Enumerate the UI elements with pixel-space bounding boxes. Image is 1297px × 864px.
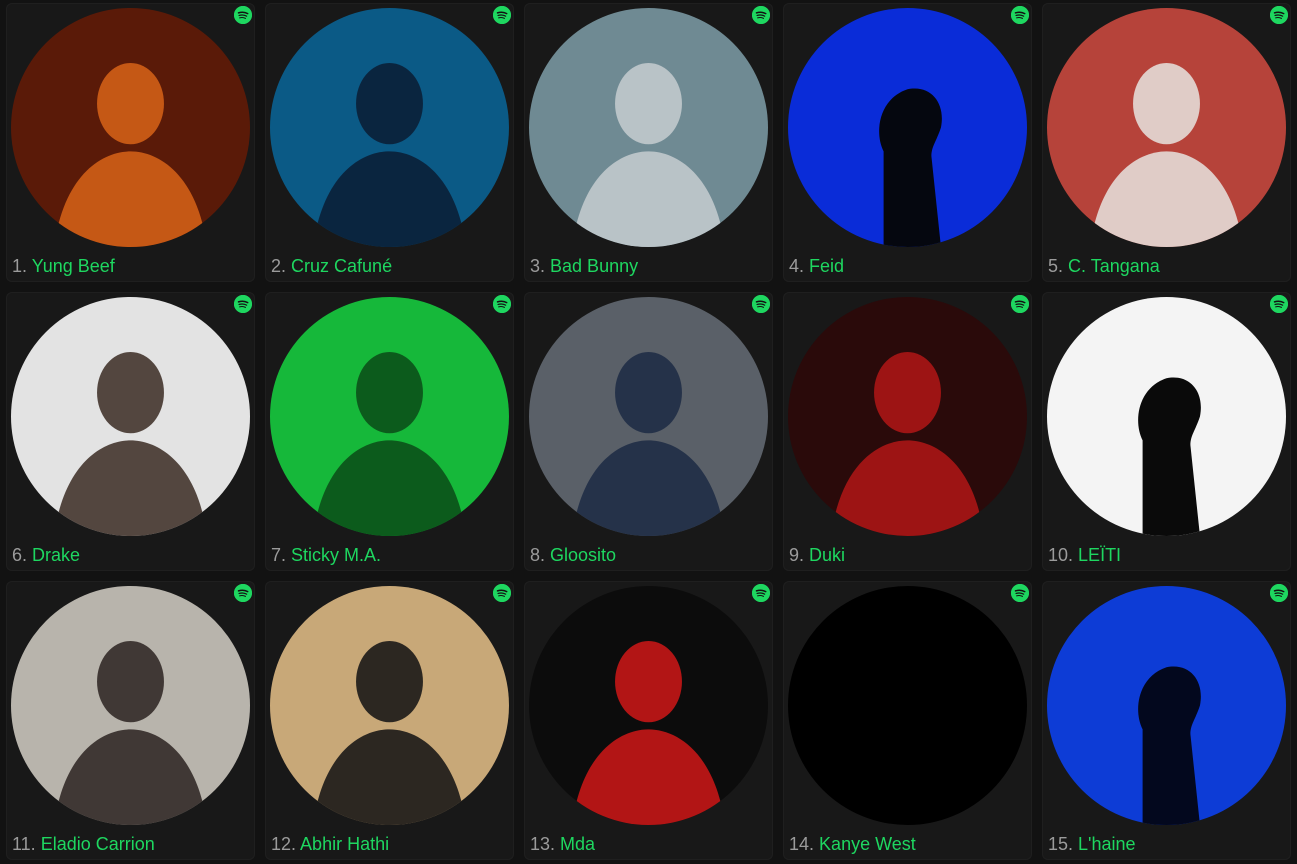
- artist-caption: 14. Kanye West: [789, 834, 916, 854]
- spotify-icon[interactable]: [234, 6, 252, 24]
- artist-name[interactable]: Mda: [560, 834, 595, 854]
- artist-rank: 2.: [271, 256, 287, 276]
- spotify-icon[interactable]: [1011, 584, 1029, 602]
- artist-caption: 15. L'haine: [1048, 834, 1136, 854]
- artist-name[interactable]: Cruz Cafuné: [291, 256, 392, 276]
- artist-avatar[interactable]: [788, 586, 1027, 825]
- artist-name[interactable]: Sticky M.A.: [291, 545, 381, 565]
- artist-avatar[interactable]: [529, 586, 768, 825]
- artist-name[interactable]: Duki: [809, 545, 845, 565]
- artist-caption: 4. Feid: [789, 256, 844, 276]
- spotify-icon[interactable]: [752, 6, 770, 24]
- artist-card-7[interactable]: 7. Sticky M.A.: [265, 292, 514, 571]
- artist-rank: 7.: [271, 545, 287, 565]
- spotify-icon[interactable]: [1011, 6, 1029, 24]
- artist-caption: 13. Mda: [530, 834, 595, 854]
- artist-rank: 3.: [530, 256, 546, 276]
- artist-caption: 7. Sticky M.A.: [271, 545, 381, 565]
- artist-rank: 5.: [1048, 256, 1064, 276]
- artist-card-15[interactable]: 15. L'haine: [1042, 581, 1291, 860]
- artist-card-5[interactable]: 5. C. Tangana: [1042, 3, 1291, 282]
- artist-avatar[interactable]: [270, 8, 509, 247]
- artist-name[interactable]: L'haine: [1078, 834, 1136, 854]
- spotify-icon[interactable]: [493, 6, 511, 24]
- artist-rank: 12.: [271, 834, 297, 854]
- artist-card-3[interactable]: 3. Bad Bunny: [524, 3, 773, 282]
- artist-avatar[interactable]: [1047, 8, 1286, 247]
- artist-rank: 9.: [789, 545, 805, 565]
- artist-caption: 5. C. Tangana: [1048, 256, 1160, 276]
- artist-card-12[interactable]: 12. Abhir Hathi: [265, 581, 514, 860]
- artist-rank: 6.: [12, 545, 28, 565]
- artist-caption: 3. Bad Bunny: [530, 256, 638, 276]
- artist-avatar[interactable]: [270, 586, 509, 825]
- spotify-icon[interactable]: [493, 295, 511, 313]
- artist-rank: 1.: [12, 256, 28, 276]
- artist-caption: 9. Duki: [789, 545, 845, 565]
- artist-name[interactable]: Drake: [32, 545, 80, 565]
- spotify-icon[interactable]: [1270, 295, 1288, 313]
- artist-caption: 11. Eladio Carrion: [12, 834, 155, 854]
- artist-card-6[interactable]: 6. Drake: [6, 292, 255, 571]
- artist-name[interactable]: Gloosito: [550, 545, 616, 565]
- spotify-icon[interactable]: [234, 295, 252, 313]
- artist-rank: 4.: [789, 256, 805, 276]
- artist-card-11[interactable]: 11. Eladio Carrion: [6, 581, 255, 860]
- artist-caption: 2. Cruz Cafuné: [271, 256, 392, 276]
- spotify-icon[interactable]: [752, 584, 770, 602]
- spotify-icon[interactable]: [234, 584, 252, 602]
- artist-avatar[interactable]: [529, 297, 768, 536]
- artist-caption: 8. Gloosito: [530, 545, 616, 565]
- artist-card-2[interactable]: 2. Cruz Cafuné: [265, 3, 514, 282]
- artist-name[interactable]: Abhir Hathi: [300, 834, 389, 854]
- artist-name[interactable]: Feid: [809, 256, 844, 276]
- artist-card-4[interactable]: 4. Feid: [783, 3, 1032, 282]
- artist-avatar[interactable]: [11, 8, 250, 247]
- artist-card-10[interactable]: 10. LEÏTI: [1042, 292, 1291, 571]
- artist-card-13[interactable]: 13. Mda: [524, 581, 773, 860]
- artist-avatar[interactable]: [788, 8, 1027, 247]
- artist-avatar[interactable]: [11, 297, 250, 536]
- spotify-icon[interactable]: [752, 295, 770, 313]
- artist-caption: 6. Drake: [12, 545, 80, 565]
- artist-card-9[interactable]: 9. Duki: [783, 292, 1032, 571]
- artist-avatar[interactable]: [11, 586, 250, 825]
- artist-avatar[interactable]: [1047, 297, 1286, 536]
- artist-avatar[interactable]: [270, 297, 509, 536]
- artist-avatar[interactable]: [529, 8, 768, 247]
- top-artists-grid: 1. Yung Beef 2. Cruz Cafuné 3. Bad Bunny…: [0, 0, 1297, 864]
- spotify-icon[interactable]: [1011, 295, 1029, 313]
- spotify-icon[interactable]: [493, 584, 511, 602]
- artist-avatar[interactable]: [788, 297, 1027, 536]
- artist-name[interactable]: LEÏTI: [1078, 545, 1121, 565]
- artist-card-1[interactable]: 1. Yung Beef: [6, 3, 255, 282]
- artist-rank: 11.: [12, 834, 36, 854]
- artist-name[interactable]: Kanye West: [819, 834, 916, 854]
- artist-rank: 8.: [530, 545, 546, 565]
- artist-name[interactable]: Yung Beef: [32, 256, 115, 276]
- artist-name[interactable]: C. Tangana: [1068, 256, 1160, 276]
- artist-card-14[interactable]: 14. Kanye West: [783, 581, 1032, 860]
- artist-name[interactable]: Bad Bunny: [550, 256, 638, 276]
- spotify-icon[interactable]: [1270, 6, 1288, 24]
- artist-rank: 13.: [530, 834, 556, 854]
- artist-rank: 10.: [1048, 545, 1074, 565]
- artist-caption: 12. Abhir Hathi: [271, 834, 389, 854]
- artist-caption: 10. LEÏTI: [1048, 545, 1121, 565]
- artist-rank: 14.: [789, 834, 815, 854]
- artist-card-8[interactable]: 8. Gloosito: [524, 292, 773, 571]
- artist-rank: 15.: [1048, 834, 1074, 854]
- artist-avatar[interactable]: [1047, 586, 1286, 825]
- artist-caption: 1. Yung Beef: [12, 256, 115, 276]
- artist-name[interactable]: Eladio Carrion: [41, 834, 155, 854]
- spotify-icon[interactable]: [1270, 584, 1288, 602]
